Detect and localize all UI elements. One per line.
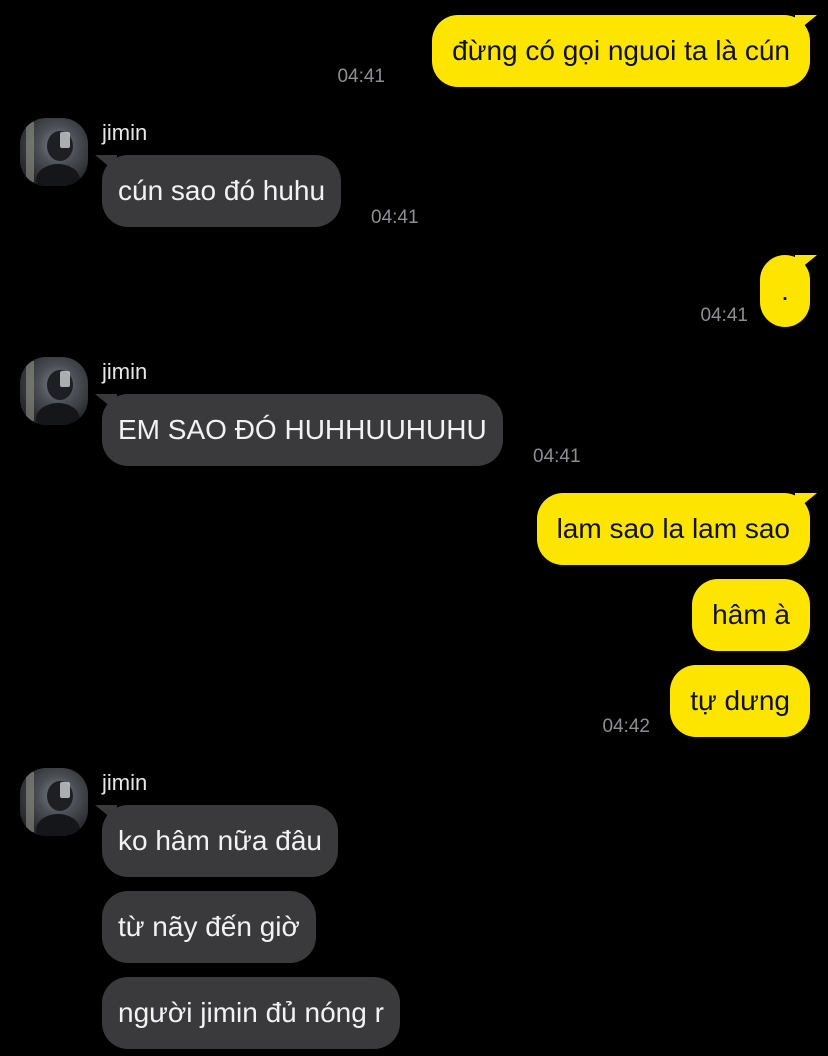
outgoing-message[interactable]: tự dưng [670,665,810,737]
message-text: lam sao la lam sao [556,513,790,544]
incoming-message[interactable]: ko hâm nữa đâu [95,805,338,877]
message-timestamp: 04:41 [371,207,419,228]
outgoing-message[interactable]: hâm à [692,579,810,651]
message-text: hâm à [712,599,790,630]
incoming-message[interactable]: từ nãy đến giờ [102,891,316,963]
outgoing-message[interactable]: . [760,255,817,327]
message-text: người jimin đủ nóng r [118,997,384,1028]
message-text: cún sao đó huhu [118,175,326,206]
message-text: . [781,275,789,306]
message-timestamp: 04:41 [533,446,581,467]
outgoing-message[interactable]: lam sao la lam sao [536,493,818,565]
contact-avatar[interactable] [20,118,88,186]
profile-photo-icon [26,361,80,425]
message-text: ko hâm nữa đâu [118,825,322,856]
message-timestamp: 04:41 [700,305,748,326]
incoming-message[interactable]: người jimin đủ nóng r [102,977,400,1049]
message-timestamp: 04:42 [602,716,650,737]
incoming-message[interactable]: cún sao đó huhu [94,155,342,227]
incoming-message[interactable]: EM SAO ĐÓ HUHHUUHUHU [95,394,503,466]
message-text: tự dưng [690,685,790,716]
outgoing-message[interactable]: đừng có gọi nguoi ta là cún [432,15,817,87]
message-text: từ nãy đến giờ [118,911,300,942]
profile-photo-icon [26,772,80,836]
sender-name: jimin [102,359,148,384]
contact-avatar[interactable] [20,768,88,836]
message-timestamp: 04:41 [337,66,385,87]
profile-photo-icon [26,122,80,186]
sender-name: jimin [102,770,148,795]
sender-name: jimin [102,120,148,145]
message-text: đừng có gọi nguoi ta là cún [452,35,790,66]
contact-avatar[interactable] [20,357,88,425]
message-text: EM SAO ĐÓ HUHHUUHUHU [118,414,487,445]
